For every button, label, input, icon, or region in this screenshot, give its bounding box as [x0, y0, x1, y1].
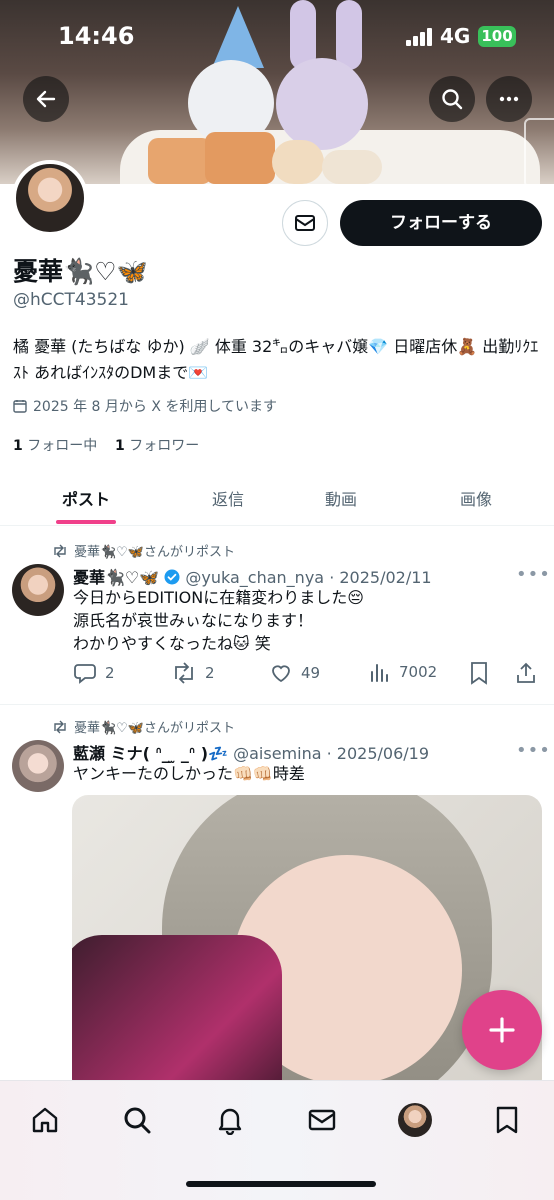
- banner-bread: [148, 138, 212, 184]
- search-button[interactable]: [429, 76, 475, 122]
- back-button[interactable]: [23, 76, 69, 122]
- following-link[interactable]: 1 フォロー中: [13, 438, 97, 454]
- like-button[interactable]: 49: [269, 661, 320, 685]
- verified-badge-icon: [164, 569, 180, 585]
- calendar-icon: [13, 400, 27, 413]
- post-line: 今日からEDITIONに在籍変わりました😔: [73, 588, 364, 607]
- post-author-name[interactable]: 藍瀬 ミナ( ᐢ_ ̫ _ᐢ )💤: [73, 744, 228, 763]
- following-count: 1: [13, 438, 23, 454]
- compose-button[interactable]: [462, 990, 542, 1070]
- profile-avatar: [398, 1103, 432, 1137]
- repost-icon: [175, 662, 193, 684]
- home-indicator: [186, 1181, 376, 1187]
- post-date[interactable]: · 2025/06/19: [327, 744, 429, 763]
- nav-bookmarks[interactable]: [490, 1103, 524, 1137]
- like-count: 49: [301, 664, 321, 682]
- search-icon: [442, 89, 463, 110]
- post-avatar[interactable]: [12, 564, 64, 616]
- share-icon: [517, 662, 535, 683]
- banner-bread: [272, 140, 324, 184]
- joined-date: 2025 年 8 月から X を利用しています: [13, 396, 277, 416]
- follow-stats: 1 フォロー中 1 フォロワー: [13, 435, 199, 455]
- profile-handle: @hCCT43521: [13, 290, 129, 310]
- post-text: ヤンキーたのしかった👊🏻👊🏻時差: [73, 762, 305, 785]
- profile-avatar[interactable]: [12, 160, 88, 236]
- status-time: 14:46: [58, 22, 135, 50]
- bookmark-icon: [496, 1106, 518, 1134]
- views-count: 7002: [399, 663, 438, 681]
- post-more-button[interactable]: •••: [516, 564, 551, 585]
- banner-plush-purple: [276, 58, 368, 150]
- nav-home[interactable]: [28, 1103, 62, 1137]
- post-divider: [0, 704, 554, 705]
- post-author-name[interactable]: 憂華🐈‍⬛♡🦋: [73, 568, 159, 587]
- joined-text: 2025 年 8 月から X を利用しています: [33, 399, 277, 415]
- search-icon: [124, 1107, 151, 1134]
- followers-link[interactable]: 1 フォロワー: [115, 438, 199, 454]
- nav-messages[interactable]: [305, 1103, 339, 1137]
- photo-jacket: [72, 935, 282, 1095]
- banner-bread: [205, 132, 275, 184]
- tab-posts[interactable]: ポスト: [62, 486, 110, 510]
- active-tab-indicator: [56, 520, 116, 524]
- reply-icon: [74, 664, 96, 684]
- followers-label: フォロワー: [129, 438, 200, 454]
- nav-profile[interactable]: [398, 1103, 432, 1137]
- repost-button[interactable]: 2: [171, 661, 215, 685]
- repost-icon: [54, 544, 66, 557]
- repost-label: 憂華🐈‍⬛♡🦋さんがリポスト: [74, 721, 236, 736]
- reply-count: 2: [105, 664, 115, 682]
- plus-icon: [489, 1017, 515, 1043]
- bookmark-icon: [471, 662, 487, 685]
- message-button[interactable]: [282, 200, 328, 246]
- home-icon: [32, 1107, 58, 1133]
- post-header: 憂華🐈‍⬛♡🦋 @yuka_chan_nya · 2025/02/11: [73, 564, 432, 588]
- views-button[interactable]: 7002: [369, 661, 437, 683]
- profile-bio: 橘 憂華 (たちばな ゆか) 🪽 体重 32㌔のキャバ嬢💎 日曜店休🧸 出勤ﾘｸ…: [13, 337, 539, 382]
- post-date[interactable]: · 2025/02/11: [329, 568, 431, 587]
- network-label: 4G: [440, 24, 471, 48]
- followers-count: 1: [115, 438, 125, 454]
- post-more-button[interactable]: •••: [516, 740, 551, 761]
- profile-display-name: 憂華🐈‍⬛♡🦋: [13, 257, 148, 286]
- repost-icon: [54, 720, 66, 733]
- following-label: フォロー中: [27, 438, 98, 454]
- battery-indicator: 100: [478, 26, 516, 47]
- mail-icon: [308, 1109, 336, 1131]
- post-header: 藍瀬 ミナ( ᐢ_ ̫ _ᐢ )💤 @aisemina · 2025/06/19: [73, 740, 429, 764]
- post-avatar[interactable]: [12, 740, 64, 792]
- share-button[interactable]: [515, 661, 537, 685]
- repost-indicator: 憂華🐈‍⬛♡🦋さんがリポスト: [52, 541, 235, 560]
- repost-label: 憂華🐈‍⬛♡🦋さんがリポスト: [74, 545, 236, 560]
- repost-count: 2: [205, 664, 215, 682]
- post-author-handle[interactable]: @yuka_chan_nya: [185, 568, 324, 587]
- post-line: 源氏名が哀世みぃなになります！: [73, 611, 314, 630]
- views-icon: [371, 664, 388, 682]
- more-icon: [499, 96, 519, 102]
- post-line: わかりやすくなったね🐱 笑: [73, 634, 271, 653]
- profile-tabs: ポスト 返信 動画 画像: [0, 468, 554, 526]
- repost-indicator: 憂華🐈‍⬛♡🦋さんがリポスト: [52, 717, 235, 736]
- reply-button[interactable]: 2: [73, 661, 115, 685]
- post-line: ヤンキーたのしかった👊🏻👊🏻時差: [73, 764, 305, 783]
- tab-videos[interactable]: 動画: [325, 486, 357, 510]
- signal-icon: [406, 28, 432, 46]
- tab-images[interactable]: 画像: [460, 486, 492, 510]
- follow-button[interactable]: フォローする: [340, 200, 542, 246]
- nav-notifications[interactable]: [213, 1103, 247, 1137]
- arrow-left-icon: [36, 90, 56, 108]
- post-author-handle[interactable]: @aisemina: [233, 744, 321, 763]
- banner-bread: [322, 150, 382, 184]
- tab-replies[interactable]: 返信: [212, 486, 244, 510]
- post-text: 今日からEDITIONに在籍変わりました😔 源氏名が哀世みぃなになります！ わか…: [73, 586, 364, 655]
- nav-search[interactable]: [120, 1103, 154, 1137]
- mail-icon: [295, 215, 315, 231]
- post-actions: 2 2 49 7002: [73, 661, 543, 691]
- status-bar: 14:46 4G 100: [0, 0, 554, 70]
- heart-icon: [272, 665, 290, 683]
- bell-icon: [218, 1108, 242, 1135]
- bookmark-button[interactable]: [469, 661, 489, 685]
- banner-glass: [524, 118, 554, 184]
- more-button[interactable]: [486, 76, 532, 122]
